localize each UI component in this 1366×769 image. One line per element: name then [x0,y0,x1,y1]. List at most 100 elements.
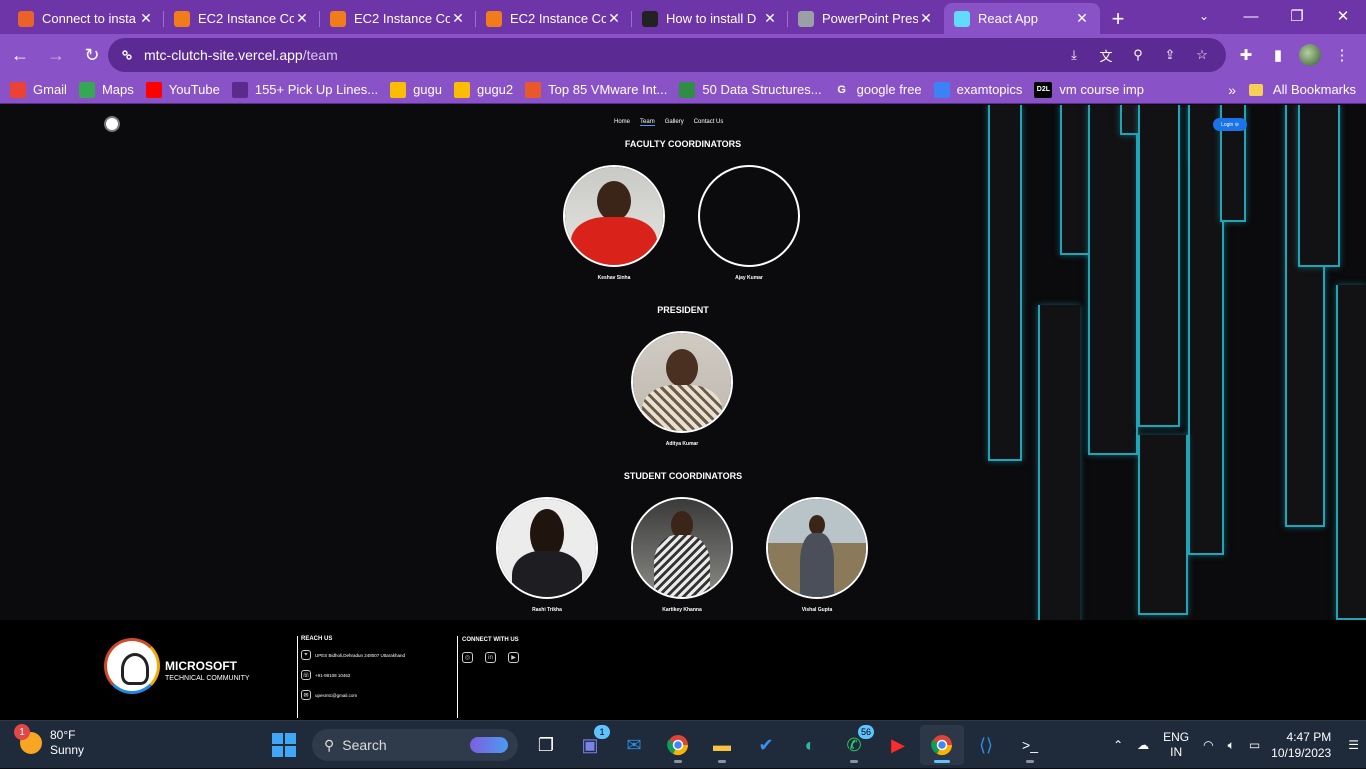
terminal-icon[interactable]: >_ [1008,725,1052,765]
bookmarks-overflow-icon[interactable]: » [1228,82,1236,98]
bookmark-item[interactable]: gugu [390,81,442,98]
start-button[interactable] [262,725,306,765]
url-path: /team [302,47,338,63]
task-view-icon[interactable]: ❐ [524,725,568,765]
member-photo [766,497,868,599]
bookmark-item[interactable]: D2L vm course imp [1034,81,1144,98]
bookmark-star-icon[interactable]: ☆ [1186,41,1218,69]
browser-tab[interactable]: EC2 Instance Co ✕ [320,3,476,34]
browser-tab[interactable]: React App ✕ [944,3,1100,34]
volume-icon[interactable]: 🔈︎ [1228,738,1235,753]
tab-search-chevron-icon[interactable]: ⌄ [1192,4,1216,28]
bookmark-item[interactable]: 155+ Pick Up Lines... [231,81,378,98]
windows-taskbar: 1 80°F Sunny ⚲ Search ❐ ▣ 1 ✉ ▬ ✔ ◐ ✆ 56 ▶ ⟨… [0,720,1366,768]
zoom-icon[interactable]: ⚲ [1122,41,1154,69]
member-photo [496,497,598,599]
close-tab-icon[interactable]: ✕ [294,10,310,27]
president-heading: PRESIDENT [657,305,709,315]
battery-icon[interactable]: ▭ [1249,738,1260,752]
address-bar[interactable]: mtc-clutch-site.vercel.app/team ⤓ 文 ⚲ ⇪ … [108,38,1226,72]
all-bookmarks-label: All Bookmarks [1272,82,1356,97]
member-name: Ajay Kumar [735,275,763,281]
s-icon [231,81,248,98]
share-icon[interactable]: ⇪ [1154,41,1186,69]
all-bookmarks-button[interactable]: All Bookmarks [1248,82,1356,97]
chrome-icon[interactable] [656,725,700,765]
clock[interactable]: 4:47 PM 10/19/2023 [1271,729,1331,761]
site-footer: MICROSOFT TECHNICAL COMMUNITY REACH US ⌖… [0,620,1366,720]
browser-tab[interactable]: PowerPoint Pres ✕ [788,3,944,34]
whatsapp-badge: 56 [857,725,874,739]
browser-tab[interactable]: Connect to insta ✕ [8,3,164,34]
footer-email[interactable]: ✉ upesmtc@gmail.com [301,690,357,700]
whatsapp-icon[interactable]: ✆ 56 [832,725,876,765]
location-pin-icon: ⌖ [301,650,311,660]
bookmark-item[interactable]: Gmail [10,81,67,98]
file-explorer-icon[interactable]: ▬ [700,725,744,765]
bookmark-item[interactable]: YouTube [145,81,220,98]
browser-toolbar: ← → ↻ mtc-clutch-site.vercel.app/team ⤓ … [0,34,1366,76]
linkedin-icon[interactable]: in [485,652,496,663]
side-panel-icon[interactable]: ▮ [1262,39,1294,71]
member-name: Kartikey Khanna [662,607,702,613]
bookmark-item[interactable]: examtopics [933,81,1023,98]
close-tab-icon[interactable]: ✕ [450,10,466,27]
gmail-icon [10,81,26,98]
edge-icon[interactable]: ◐ [788,725,832,765]
close-tab-icon[interactable]: ✕ [606,10,622,27]
close-tab-icon[interactable]: ✕ [918,10,934,27]
close-window-icon[interactable]: ✕ [1320,0,1366,32]
todo-icon[interactable]: ✔ [744,725,788,765]
forward-icon[interactable]: → [40,39,72,71]
footer-brand: MICROSOFT [165,659,237,673]
bookmark-item[interactable]: 50 Data Structures... [679,81,822,98]
youtube-icon[interactable]: ▶ [508,652,519,663]
bookmark-item[interactable]: Top 85 VMware Int... [525,81,667,98]
language-indicator[interactable]: ENG IN [1163,730,1189,760]
minimize-icon[interactable]: — [1228,0,1274,32]
teams-icon[interactable]: ▣ 1 [568,725,612,765]
weather-widget[interactable]: 1 80°F Sunny [14,724,84,758]
close-tab-icon[interactable]: ✕ [1074,10,1090,27]
youtube-app-icon[interactable]: ▶ [876,725,920,765]
nav-contact[interactable]: Contact Us [694,119,724,126]
restore-icon[interactable]: ❐ [1274,0,1320,32]
bookmark-label: examtopics [956,82,1023,97]
member-name: Aditya Kumar [665,441,699,447]
install-app-icon[interactable]: ⤓ [1058,41,1090,69]
browser-tab[interactable]: How to install D ✕ [632,3,788,34]
login-button[interactable]: Login ⊖ [1213,118,1247,131]
chrome-active-icon[interactable] [920,725,964,765]
close-tab-icon[interactable]: ✕ [138,10,154,27]
browser-tab[interactable]: EC2 Instance Co ✕ [164,3,320,34]
mail-app-icon[interactable]: ✉ [612,725,656,765]
browser-tab[interactable]: EC2 Instance Co ✕ [476,3,632,34]
translate-icon[interactable]: 文 [1090,41,1122,69]
site-info-icon[interactable] [120,48,134,62]
close-tab-icon[interactable]: ✕ [762,10,778,27]
nav-gallery[interactable]: Gallery [665,119,684,126]
tray-overflow-icon[interactable]: ⌃ [1113,738,1123,752]
taskbar-search[interactable]: ⚲ Search [312,729,518,761]
wifi-icon[interactable]: ◠ [1203,738,1213,752]
onedrive-icon[interactable]: ☁ [1137,738,1149,752]
footer-phone[interactable]: ☏ +91-98108 10462 [301,670,350,680]
weather-temp: 80°F [50,728,76,742]
profile-avatar[interactable] [1299,44,1321,66]
site-logo[interactable] [104,116,120,132]
bookmark-item[interactable]: Ggoogle free [834,82,921,98]
notifications-icon[interactable]: ☰ [1348,738,1359,752]
footer-address: ⌖ UPES Bidholi,Dehradun 248007 Uttarakhan… [301,650,405,660]
bookmark-item[interactable]: Maps [78,81,134,98]
nav-team[interactable]: Team [640,119,655,126]
vscode-icon[interactable]: ⟨⟩ [964,725,1008,765]
reload-icon[interactable]: ↻ [76,39,108,71]
menu-kebab-icon[interactable]: ⋮ [1326,39,1358,71]
nav-home[interactable]: Home [614,119,630,126]
instagram-icon[interactable]: ◎ [462,652,473,663]
new-tab-button[interactable]: + [1100,3,1136,34]
bookmark-label: gugu [413,82,442,97]
back-icon[interactable]: ← [4,39,36,71]
bookmark-item[interactable]: gugu2 [453,81,513,98]
extensions-icon[interactable]: ✚ [1230,39,1262,71]
